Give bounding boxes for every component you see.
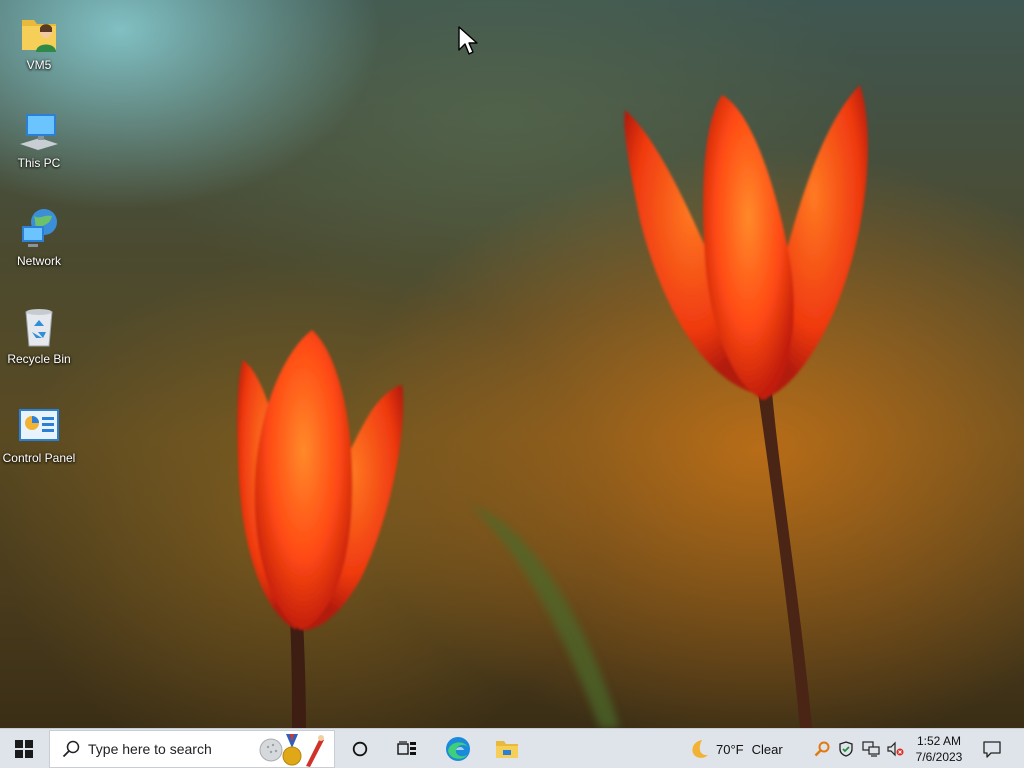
weather-widget[interactable]: 70°F Clear: [688, 729, 798, 769]
recycle-bin-icon: [25, 309, 53, 347]
windows-logo-icon: [15, 740, 33, 758]
weather-temperature: 70°F: [716, 741, 744, 757]
search-placeholder: Type here to search: [88, 741, 212, 757]
start-button[interactable]: [0, 729, 48, 769]
taskbar-clock[interactable]: 1:52 AM 7/6/2023: [906, 729, 972, 769]
clock-time: 1:52 AM: [916, 734, 962, 748]
tulip-wallpaper-art: [237, 85, 868, 728]
edge-taskbar-button[interactable]: [436, 729, 480, 769]
desktop-icon-label: This PC: [17, 156, 61, 170]
left-tulip-stem: [290, 620, 306, 728]
file-explorer-taskbar-button[interactable]: [485, 729, 529, 769]
tray-network-button[interactable]: [860, 729, 882, 769]
file-explorer-icon: [496, 741, 518, 758]
volume-muted-icon: [887, 741, 904, 757]
desktop-icon-label: Network: [16, 254, 61, 268]
search-highlight-golf-icon: [259, 734, 324, 767]
control-panel-icon: [19, 409, 59, 441]
clock-date: 7/6/2023: [915, 750, 963, 764]
computer-icon: [20, 114, 58, 150]
moon-icon: [692, 740, 708, 758]
search-icon: [62, 740, 80, 758]
desktop-icon-network[interactable]: Network: [0, 206, 78, 268]
desktop-icon-vm5[interactable]: VM5: [0, 10, 78, 72]
desktop-icon-label: Control Panel: [2, 451, 76, 465]
tray-volume-button[interactable]: [884, 729, 906, 769]
desktop-icon-control-panel[interactable]: Control Panel: [0, 403, 78, 465]
network-icon: [22, 209, 57, 247]
action-center-button[interactable]: [972, 729, 1012, 769]
mouse-cursor-icon: [458, 26, 478, 55]
security-shield-icon: [839, 741, 853, 757]
desktop-icon-label: Recycle Bin: [7, 352, 71, 366]
user-folder-icon: [22, 20, 56, 52]
right-tulip-flower: [624, 85, 868, 400]
magnifier-app-icon: [814, 741, 830, 757]
cortana-icon: [352, 741, 368, 757]
right-tulip-stem: [758, 392, 812, 728]
edge-icon: [446, 737, 470, 761]
weather-condition: Clear: [751, 741, 783, 757]
taskbar-search-box[interactable]: Type here to search: [49, 730, 335, 768]
desktop-wallpaper: VM5 This PC Network Recycle Bin Control …: [0, 0, 1024, 728]
left-tulip-flower: [237, 330, 404, 631]
notification-icon: [983, 741, 1001, 758]
tray-search-app-button[interactable]: [812, 729, 832, 769]
desktop-icon-recycle-bin[interactable]: Recycle Bin: [0, 304, 78, 366]
leaf-shape: [470, 505, 620, 728]
task-view-icon: [397, 741, 416, 755]
tray-security-button[interactable]: [836, 729, 856, 769]
taskbar: Type here to search 70°F Clear 1:52 AM 7…: [0, 728, 1024, 768]
desktop-icon-label: VM5: [26, 58, 52, 72]
task-view-button[interactable]: [387, 729, 427, 769]
desktop-icon-this-pc[interactable]: This PC: [0, 108, 78, 170]
network-tray-icon: [862, 741, 880, 757]
cortana-button[interactable]: [340, 729, 380, 769]
